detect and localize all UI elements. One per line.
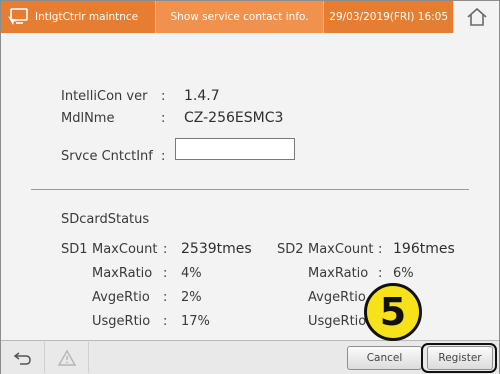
register-highlight-ring <box>421 343 497 373</box>
sd2-max-ratio-label: MaxRatio <box>308 266 369 281</box>
sd2-usage-ratio-label: UsgeRtio <box>308 314 367 329</box>
back-arrow-icon <box>13 351 31 365</box>
colon: : <box>163 314 168 329</box>
contact-label: Srvce CntctInf <box>61 149 153 164</box>
back-button[interactable] <box>1 342 45 373</box>
sdcard-status-title: SDcardStatus <box>61 212 150 227</box>
colon: : <box>163 290 168 305</box>
sd2-max-ratio-value: 6% <box>393 266 414 281</box>
sd1-avg-ratio-label: AvgeRtio <box>92 290 150 305</box>
sd1-max-count-label: MaxCount <box>92 242 158 257</box>
header-bar: IntlgtCtrlr maintnce Show service contac… <box>1 1 499 33</box>
service-contact-input[interactable] <box>175 138 295 160</box>
model-label: MdlNme <box>61 111 115 126</box>
step-callout-badge: 5 <box>364 283 422 341</box>
version-value: 1.4.7 <box>184 88 220 104</box>
monitor-cursor-icon <box>7 7 29 27</box>
colon: : <box>161 89 166 104</box>
colon: : <box>163 242 168 257</box>
header-title-area: IntlgtCtrlr maintnce <box>1 1 156 33</box>
colon: : <box>163 266 168 281</box>
sd2-label: SD2 <box>277 242 304 257</box>
sd2-max-count-label: MaxCount <box>308 242 374 257</box>
sd1-max-ratio-value: 4% <box>181 266 202 281</box>
colon: : <box>378 266 383 281</box>
warning-icon <box>57 349 76 366</box>
section-divider <box>31 189 469 190</box>
sd1-avg-ratio-value: 2% <box>181 290 202 305</box>
sd1-usage-ratio-value: 17% <box>181 314 210 329</box>
model-value: CZ-256ESMC3 <box>184 110 284 126</box>
cancel-button[interactable]: Cancel <box>347 346 422 370</box>
colon: : <box>161 149 166 164</box>
colon: : <box>161 111 166 126</box>
sd2-max-count-value: 196tmes <box>393 241 455 257</box>
colon: : <box>378 242 383 257</box>
header-datetime: 29/03/2019(FRI) 16:05 <box>323 1 454 33</box>
warning-button[interactable] <box>45 342 89 373</box>
main-content: IntelliCon ver : 1.4.7 MdlNme : CZ-256ES… <box>1 34 499 340</box>
sd1-max-ratio-label: MaxRatio <box>92 266 153 281</box>
header-subtitle: Show service contact info. <box>155 1 324 33</box>
sd1-usage-ratio-label: UsgeRtio <box>92 314 151 329</box>
app-window: IntlgtCtrlr maintnce Show service contac… <box>0 0 500 374</box>
sd2-avg-ratio-label: AvgeRtio <box>308 290 366 305</box>
sd1-max-count-value: 2539tmes <box>181 241 252 257</box>
home-button[interactable] <box>453 1 499 33</box>
home-icon <box>467 7 487 26</box>
version-label: IntelliCon ver <box>61 89 148 104</box>
header-title: IntlgtCtrlr maintnce <box>35 11 139 23</box>
sd1-label: SD1 <box>61 242 88 257</box>
